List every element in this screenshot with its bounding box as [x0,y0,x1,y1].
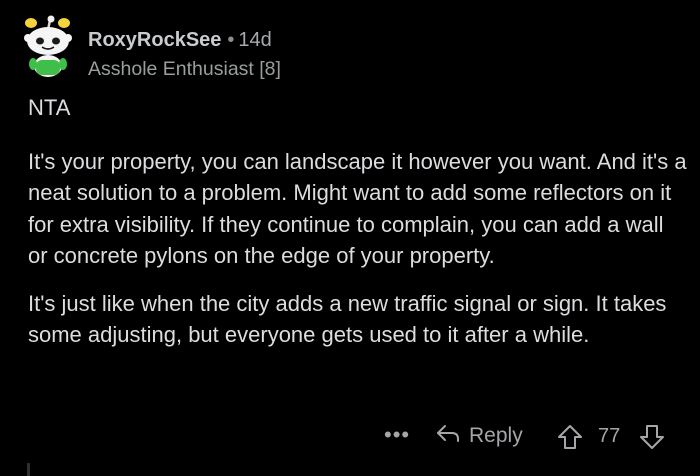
comment-body: NTA It's your property, you can landscap… [28,92,688,351]
reply-button[interactable]: Reply [435,422,523,450]
reply-label: Reply [469,424,523,447]
more-options-button[interactable]: ••• [384,421,410,449]
comment-paragraph: It's your property, you can landscape it… [28,148,687,269]
avatar-icon[interactable] [20,14,76,78]
comment: RoxyRockSee • 14d Asshole Enthusiast [8] N… [0,0,700,476]
reply-arrow-icon [435,422,469,450]
thread-line[interactable] [27,463,30,476]
separator-dot: • [227,29,235,51]
comment-paragraph: It's just like when the city adds a new … [28,290,667,348]
comment-meta: RoxyRockSee • 14d Asshole Enthusiast [8] [88,28,281,81]
downvote-arrow-icon[interactable] [639,424,665,455]
vote-count: 77 [598,425,621,447]
comment-paragraph: NTA [28,95,71,120]
user-flair: Asshole Enthusiast [8] [88,58,281,80]
comment-actions: ••• Reply 77 [0,421,700,453]
username[interactable]: RoxyRockSee [88,29,221,51]
upvote-arrow-icon[interactable] [557,424,583,455]
comment-time: 14d [238,29,272,51]
comment-header: RoxyRockSee • 14d [88,28,281,52]
